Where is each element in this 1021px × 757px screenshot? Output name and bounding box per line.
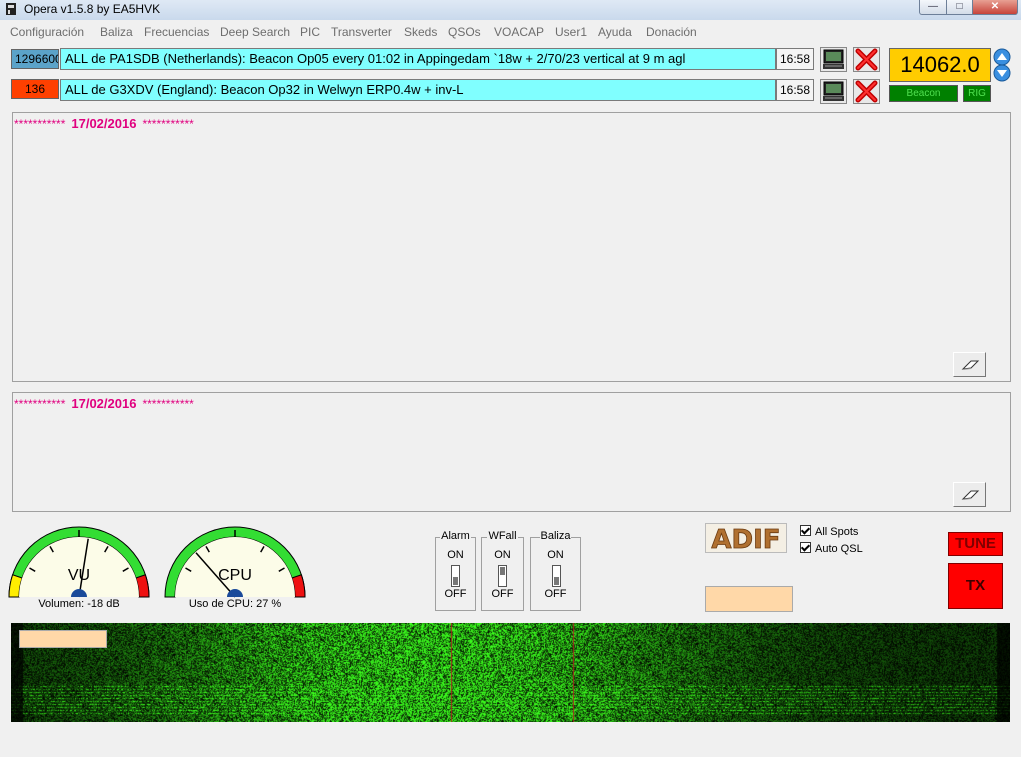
adif-logo-text: ADIF [711,525,780,553]
waterfall-display[interactable] [11,623,1010,722]
stars-right: *********** [142,117,194,131]
vu-meter: VU [8,526,150,598]
spot-message: ALL de G3XDV (England): Beacon Op32 in W… [60,79,776,101]
waterfall-canvas [11,623,1010,722]
wfall-toggle[interactable] [498,565,507,587]
spot-time: 16:58 [776,48,814,70]
spot-message: ALL de PA1SDB (Netherlands): Beacon Op05… [60,48,776,70]
window-title: Opera v1.5.8 by EA5HVK [24,2,161,16]
auto-qsl-checkbox[interactable]: Auto QSL [800,542,863,555]
baliza-switch-label: Baliza [539,530,572,542]
rig-button[interactable]: RIG [963,85,991,102]
log-panel: *********** 17/02/2016 *********** [12,392,1011,512]
menu-bar: Configuración Baliza Frecuencias Deep Se… [0,22,1021,42]
switch-off-label: OFF [544,588,567,600]
menu-frecuencias[interactable]: Frecuencias [144,25,209,39]
menu-qsos[interactable]: QSOs [448,25,481,39]
menu-pic[interactable]: PIC [300,25,320,39]
tx-button[interactable]: TX [948,563,1003,609]
menu-configuracion[interactable]: Configuración [10,25,84,39]
alarm-toggle[interactable] [451,565,460,587]
switch-on-label: ON [447,549,464,561]
alarm-switch-group: Alarm ON OFF [435,530,476,611]
minimize-button[interactable]: — [919,0,947,15]
log-date: 17/02/2016 [71,396,137,411]
menu-ayuda[interactable]: Ayuda [598,25,632,39]
stars-left: *********** [14,117,66,131]
menu-user1[interactable]: User1 [555,25,587,39]
callsign-input[interactable] [705,586,793,612]
baliza-switch-group: Baliza ON OFF [530,530,581,611]
menu-deep-search[interactable]: Deep Search [220,25,290,39]
tune-button[interactable]: TUNE [948,532,1003,556]
checkbox-checked-icon [800,542,811,553]
stars-right: *********** [142,397,194,411]
cpu-gauge-title: CPU [218,567,252,584]
decode-panel: *********** 17/02/2016 *********** [12,112,1011,382]
decode-date-line: *********** 17/02/2016 *********** [14,116,194,131]
menu-transverter[interactable]: Transverter [331,25,392,39]
switch-on-label: ON [547,549,564,561]
frequency-spinner[interactable] [993,48,1011,82]
computer-icon[interactable] [820,79,847,104]
delete-spot-icon[interactable] [853,47,880,72]
menu-baliza[interactable]: Baliza [100,25,133,39]
vu-caption: Volumen: -18 dB [38,598,120,610]
spot-time: 16:58 [776,79,814,101]
adif-logo-button[interactable]: ADIF [705,523,787,553]
eraser-icon [961,490,980,500]
frequency-display: 14062.0 [889,48,991,82]
computer-icon[interactable] [820,47,847,72]
spot-frequency: 136 [11,79,59,99]
all-spots-checkbox[interactable]: All Spots [800,525,858,538]
checkbox-checked-icon [800,525,811,536]
beacon-button[interactable]: Beacon [889,85,958,102]
switch-on-label: ON [494,549,511,561]
switch-off-label: OFF [444,588,467,600]
close-button[interactable]: ✕ [972,0,1018,15]
app-icon [6,3,16,15]
spot-frequency: 1296600 [11,49,59,69]
wfall-switch-group: WFall ON OFF [481,530,524,611]
clear-log-button[interactable] [953,482,986,507]
menu-skeds[interactable]: Skeds [404,25,437,39]
checkbox-label: Auto QSL [815,543,863,555]
clear-decode-button[interactable] [953,352,986,377]
log-date-line: *********** 17/02/2016 *********** [14,396,194,411]
vu-gauge-title: VU [68,567,90,584]
baliza-toggle[interactable] [552,565,561,587]
cpu-caption: Uso de CPU: 27 % [188,598,282,610]
checkbox-label: All Spots [815,526,859,538]
eraser-icon [961,360,980,370]
stars-left: *********** [14,397,66,411]
alarm-switch-label: Alarm [440,530,471,542]
decode-date: 17/02/2016 [71,116,137,131]
maximize-button[interactable]: □ [946,0,973,15]
wfall-switch-label: WFall [487,530,518,542]
title-bar: Opera v1.5.8 by EA5HVK — □ ✕ [0,0,1021,20]
waterfall-frequency-box [19,630,107,648]
switch-off-label: OFF [491,588,514,600]
menu-voacap[interactable]: VOACAP [494,25,544,39]
menu-donacion[interactable]: Donación [646,25,697,39]
delete-spot-icon[interactable] [853,79,880,104]
cpu-meter: CPU [164,526,306,598]
